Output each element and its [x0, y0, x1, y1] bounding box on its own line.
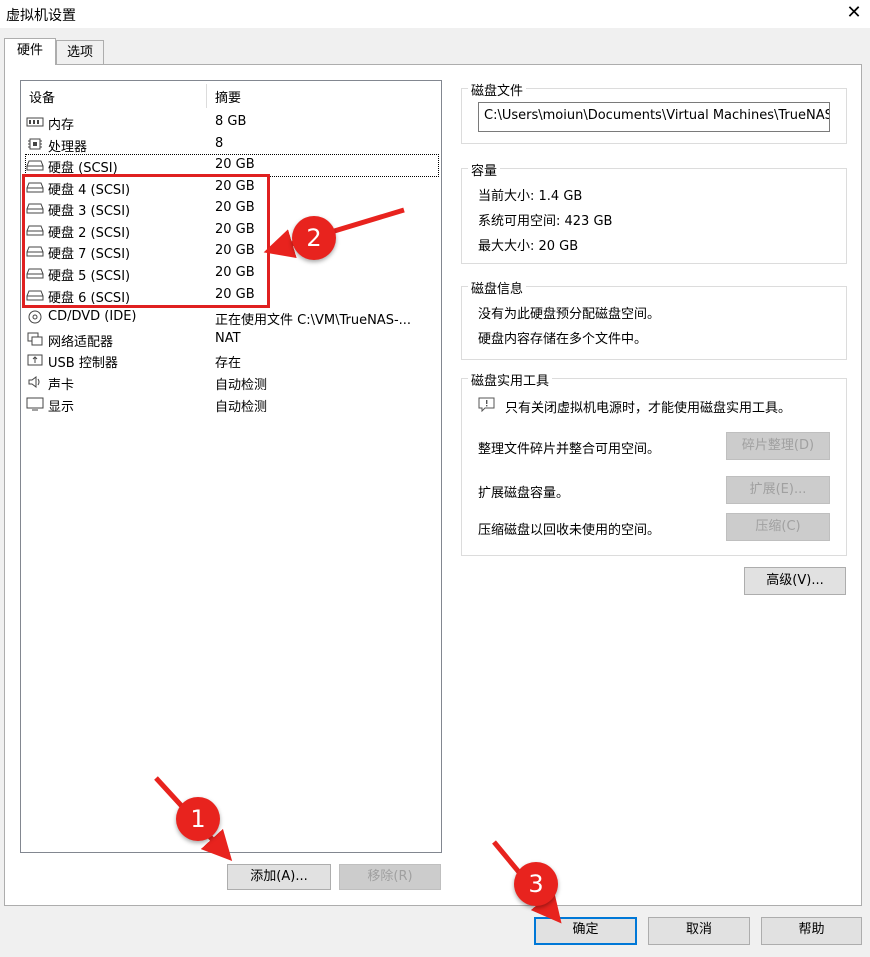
callout-1: 1: [176, 797, 220, 841]
callout-3: 3: [514, 862, 558, 906]
tab-hardware[interactable]: 硬件: [4, 38, 56, 65]
annotation-arrows: [154, 207, 562, 924]
callout-2: 2: [292, 216, 336, 260]
